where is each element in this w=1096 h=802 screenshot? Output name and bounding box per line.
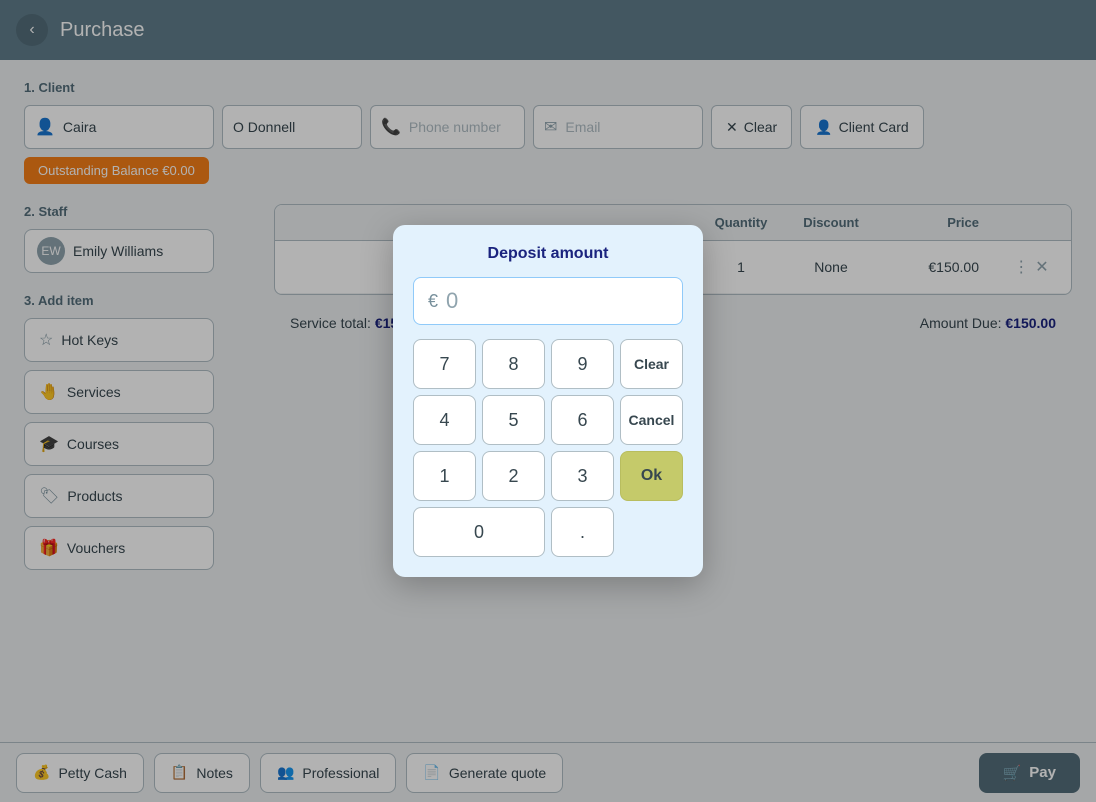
- num-9-button[interactable]: 9: [551, 339, 614, 389]
- num-3-button[interactable]: 3: [551, 451, 614, 501]
- num-8-button[interactable]: 8: [482, 339, 545, 389]
- num-2-button[interactable]: 2: [482, 451, 545, 501]
- num-4-button[interactable]: 4: [413, 395, 476, 445]
- num-6-button[interactable]: 6: [551, 395, 614, 445]
- numpad-cancel-button[interactable]: Cancel: [620, 395, 683, 445]
- modal-overlay: Deposit amount € 0 7 8 9 Clear 4 5 6 Can…: [0, 0, 1096, 802]
- amount-value: 0: [446, 288, 668, 314]
- num-5-button[interactable]: 5: [482, 395, 545, 445]
- currency-symbol: €: [428, 291, 438, 312]
- num-dot-button[interactable]: .: [551, 507, 614, 557]
- amount-display: € 0: [413, 277, 683, 325]
- num-7-button[interactable]: 7: [413, 339, 476, 389]
- numpad-clear-button[interactable]: Clear: [620, 339, 683, 389]
- num-1-button[interactable]: 1: [413, 451, 476, 501]
- numpad-ok-button[interactable]: Ok: [620, 451, 683, 501]
- modal-title: Deposit amount: [413, 245, 683, 263]
- numpad: 7 8 9 Clear 4 5 6 Cancel 1 2 3 Ok 0 .: [413, 339, 683, 557]
- deposit-modal: Deposit amount € 0 7 8 9 Clear 4 5 6 Can…: [393, 225, 703, 577]
- num-0-button[interactable]: 0: [413, 507, 545, 557]
